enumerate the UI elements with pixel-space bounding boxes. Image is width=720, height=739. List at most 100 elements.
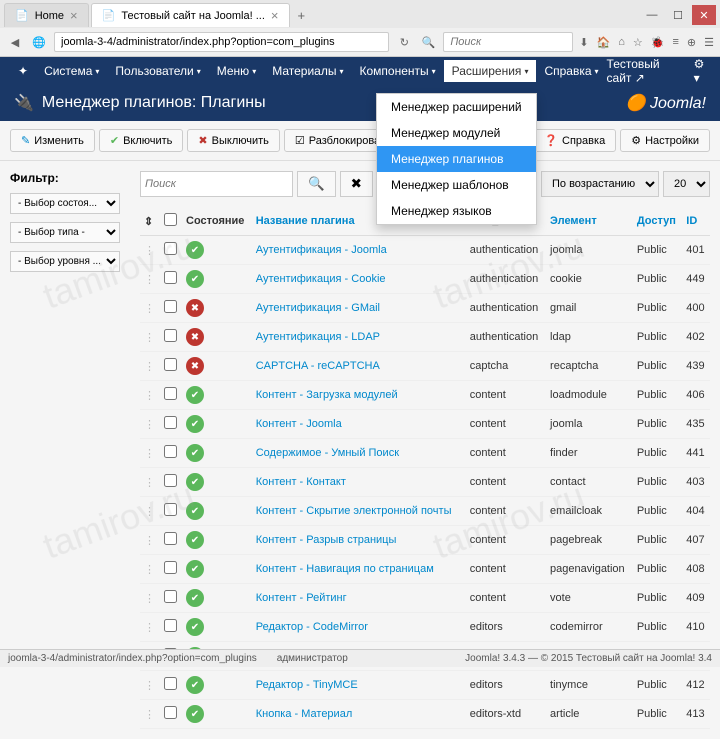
plugin-name-link[interactable]: Аутентификация - GMail <box>256 302 380 314</box>
browser-tab[interactable]: 📄Home× <box>4 3 89 27</box>
drag-handle-icon[interactable]: ⋮ <box>144 245 155 257</box>
row-checkbox[interactable] <box>164 677 177 690</box>
enable-button[interactable]: ✔Включить <box>99 129 184 152</box>
row-checkbox[interactable] <box>164 445 177 458</box>
dropdown-item[interactable]: Менеджер шаблонов <box>377 172 536 198</box>
close-tab-icon[interactable]: × <box>271 8 279 23</box>
state-toggle[interactable]: ✔ <box>186 415 204 433</box>
row-checkbox[interactable] <box>164 300 177 313</box>
drag-handle-icon[interactable]: ⋮ <box>144 535 155 547</box>
col-element[interactable]: Элемент <box>546 207 633 236</box>
joomla-icon[interactable]: ✦ <box>10 60 36 82</box>
row-checkbox[interactable] <box>164 474 177 487</box>
firebug-icon[interactable]: 🐞 <box>651 36 665 49</box>
options-button[interactable]: ⚙Настройки <box>620 129 710 152</box>
state-toggle[interactable]: ✖ <box>186 328 204 346</box>
col-id[interactable]: ID <box>682 207 710 236</box>
filter-select[interactable]: - Выбор типа - <box>10 222 120 243</box>
new-tab-button[interactable]: + <box>292 6 312 25</box>
plugin-name-link[interactable]: CAPTCHA - reCAPTCHA <box>256 360 380 372</box>
plugin-name-link[interactable]: Контент - Скрытие электронной почты <box>256 505 452 517</box>
sort-select[interactable]: По возрастанию <box>541 171 659 197</box>
drag-handle-icon[interactable]: ⋮ <box>144 361 155 373</box>
state-toggle[interactable]: ✔ <box>186 502 204 520</box>
search-submit[interactable]: 🔍 <box>297 171 336 197</box>
topmenu-item[interactable]: Справка ▾ <box>536 60 606 82</box>
dropdown-item[interactable]: Менеджер расширений <box>377 94 536 120</box>
state-toggle[interactable]: ✔ <box>186 705 204 723</box>
filter-select[interactable]: - Выбор уровня ... <box>10 251 120 272</box>
menu-icon[interactable]: ☰ <box>704 36 714 49</box>
addons-icon[interactable]: ⊕ <box>687 36 696 49</box>
plugin-name-link[interactable]: Контент - Загрузка модулей <box>256 389 398 401</box>
drag-handle-icon[interactable]: ⋮ <box>144 564 155 576</box>
search-clear[interactable]: ✖ <box>340 171 373 197</box>
row-checkbox[interactable] <box>164 561 177 574</box>
state-toggle[interactable]: ✔ <box>186 270 204 288</box>
close-window-button[interactable]: ✕ <box>692 5 716 25</box>
drag-handle-icon[interactable]: ⋮ <box>144 593 155 605</box>
plugin-name-link[interactable]: Аутентификация - Cookie <box>256 273 386 285</box>
state-toggle[interactable]: ✔ <box>186 531 204 549</box>
col-access[interactable]: Доступ <box>633 207 682 236</box>
plugin-name-link[interactable]: Кнопка - Материал <box>256 708 353 720</box>
col-order[interactable]: ⇕ <box>140 207 160 236</box>
edit-button[interactable]: ✎Изменить <box>10 129 95 152</box>
row-checkbox[interactable] <box>164 329 177 342</box>
state-toggle[interactable]: ✔ <box>186 241 204 259</box>
download-icon[interactable]: ⬇ <box>579 36 588 49</box>
plugin-name-link[interactable]: Аутентификация - LDAP <box>256 331 380 343</box>
topmenu-item[interactable]: Система ▾ <box>36 60 107 82</box>
bookmark-icon[interactable]: ☆ <box>633 36 643 49</box>
bookmarks-icon[interactable]: ≡ <box>672 36 678 49</box>
state-toggle[interactable]: ✔ <box>186 589 204 607</box>
topmenu-item[interactable]: Пользователи ▾ <box>107 60 208 82</box>
state-toggle[interactable]: ✖ <box>186 299 204 317</box>
row-checkbox[interactable] <box>164 242 177 255</box>
pocket-icon[interactable]: ⌂ <box>618 36 625 49</box>
disable-button[interactable]: ✖Выключить <box>187 129 279 152</box>
minimize-button[interactable]: — <box>640 5 664 25</box>
plugin-name-link[interactable]: Содержимое - Умный Поиск <box>256 447 399 459</box>
plugin-name-link[interactable]: Контент - Рейтинг <box>256 592 347 604</box>
row-checkbox[interactable] <box>164 271 177 284</box>
close-tab-icon[interactable]: × <box>70 8 78 23</box>
drag-handle-icon[interactable]: ⋮ <box>144 332 155 344</box>
plugin-name-link[interactable]: Аутентификация - Joomla <box>256 244 387 256</box>
row-checkbox[interactable] <box>164 532 177 545</box>
row-checkbox[interactable] <box>164 387 177 400</box>
topmenu-item[interactable]: Меню ▾ <box>209 60 264 82</box>
dropdown-item[interactable]: Менеджер языков <box>377 198 536 224</box>
drag-handle-icon[interactable]: ⋮ <box>144 390 155 402</box>
state-toggle[interactable]: ✔ <box>186 444 204 462</box>
plugin-name-link[interactable]: Контент - Joomla <box>256 418 342 430</box>
settings-gear-icon[interactable]: ⚙ ▾ <box>694 57 710 85</box>
plugin-name-link[interactable]: Контент - Разрыв страницы <box>256 534 397 546</box>
row-checkbox[interactable] <box>164 619 177 632</box>
plugin-name-link[interactable]: Контент - Контакт <box>256 476 346 488</box>
plugin-name-link[interactable]: Редактор - CodeMirror <box>256 621 368 633</box>
drag-handle-icon[interactable]: ⋮ <box>144 477 155 489</box>
col-state[interactable]: Состояние <box>182 207 252 236</box>
drag-handle-icon[interactable]: ⋮ <box>144 303 155 315</box>
plugin-name-link[interactable]: Контент - Навигация по страницам <box>256 563 434 575</box>
dropdown-item[interactable]: Менеджер плагинов <box>377 146 536 172</box>
state-toggle[interactable]: ✖ <box>186 357 204 375</box>
state-toggle[interactable]: ✔ <box>186 473 204 491</box>
site-name-link[interactable]: Тестовый сайт ↗ <box>607 57 684 85</box>
row-checkbox[interactable] <box>164 706 177 719</box>
drag-handle-icon[interactable]: ⋮ <box>144 448 155 460</box>
topmenu-item[interactable]: Материалы ▾ <box>264 60 351 82</box>
topmenu-item[interactable]: Расширения ▾ <box>444 60 537 82</box>
topmenu-item[interactable]: Компоненты ▾ <box>351 60 443 82</box>
help-button[interactable]: ❓Справка <box>533 129 616 152</box>
row-checkbox[interactable] <box>164 503 177 516</box>
url-input[interactable] <box>54 32 389 52</box>
drag-handle-icon[interactable]: ⋮ <box>144 506 155 518</box>
drag-handle-icon[interactable]: ⋮ <box>144 709 155 721</box>
drag-handle-icon[interactable]: ⋮ <box>144 622 155 634</box>
maximize-button[interactable]: ☐ <box>666 5 690 25</box>
row-checkbox[interactable] <box>164 590 177 603</box>
state-toggle[interactable]: ✔ <box>186 560 204 578</box>
reload-button[interactable]: ↻ <box>395 33 413 51</box>
